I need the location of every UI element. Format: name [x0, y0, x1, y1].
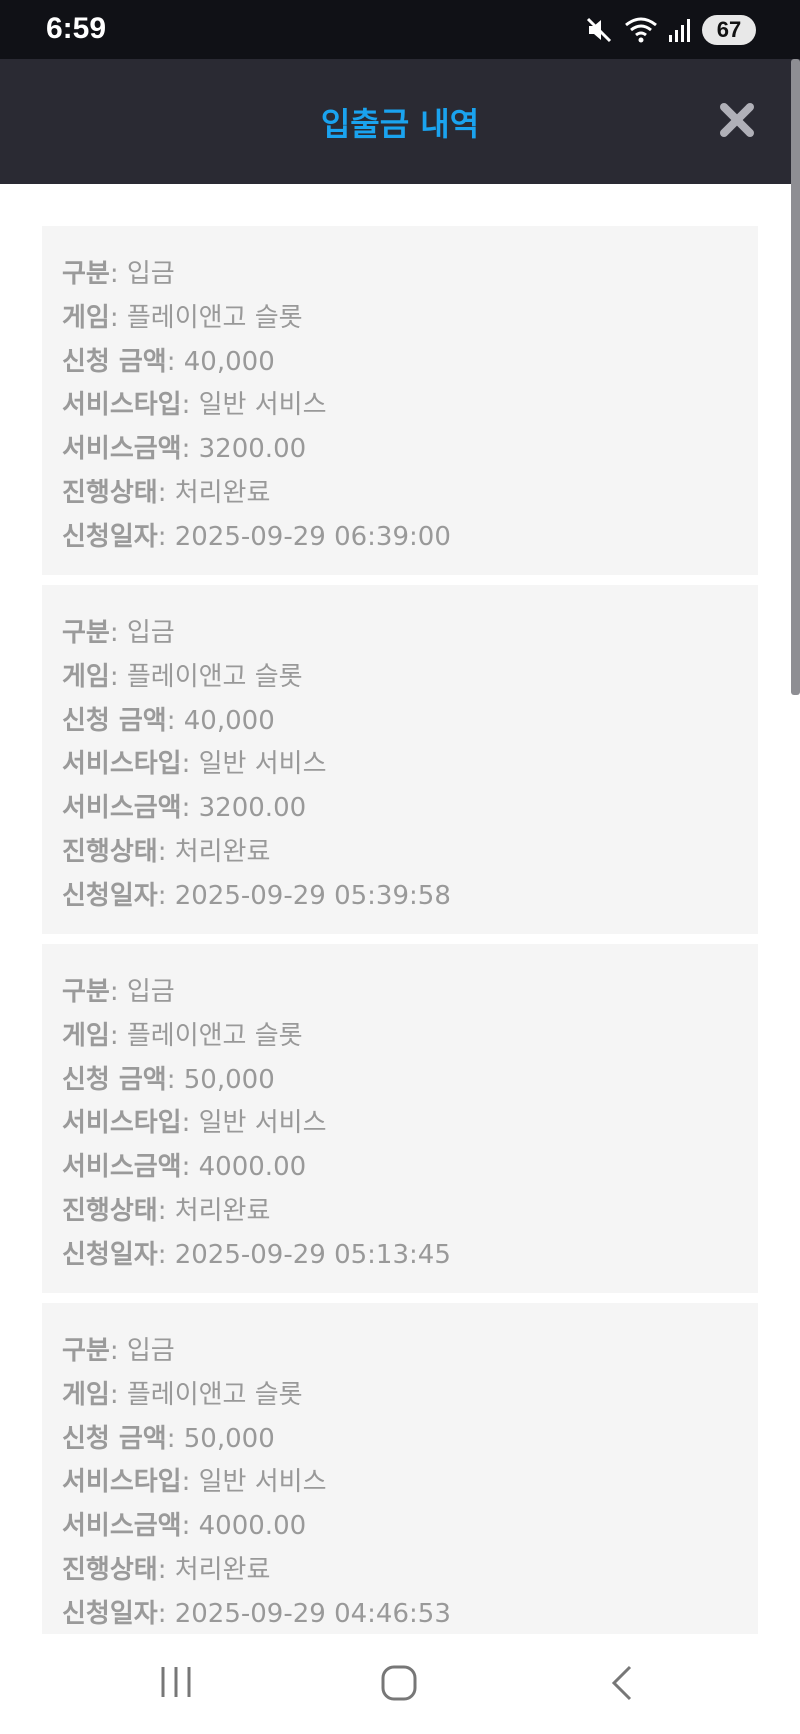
row-status: 진행상태: 처리완료	[62, 836, 271, 867]
row-status: 진행상태: 처리완료	[62, 1554, 271, 1585]
status-bar: 6:59 67	[0, 0, 800, 59]
row-service-amount: 서비스금액: 4000.00	[62, 1152, 307, 1183]
row-service-type: 서비스타입: 일반 서비스	[62, 1467, 327, 1498]
wifi-icon	[624, 16, 658, 44]
row-date: 신청일자: 2025-09-29 05:39:58	[62, 880, 451, 911]
status-time: 6:59	[46, 12, 107, 45]
row-game: 게임: 플레이앤고 슬롯	[62, 1379, 303, 1410]
row-amount: 신청 금액: 40,000	[62, 705, 275, 736]
row-service-amount: 서비스금액: 3200.00	[62, 434, 307, 465]
recents-icon	[161, 1667, 191, 1697]
row-amount: 신청 금액: 50,000	[62, 1064, 275, 1095]
row-service-amount: 서비스금액: 4000.00	[62, 1511, 307, 1542]
row-date: 신청일자: 2025-09-29 05:13:45	[62, 1239, 451, 1270]
row-type: 구분: 입금	[62, 259, 175, 289]
mute-icon	[584, 15, 614, 45]
row-service-type: 서비스타입: 일반 서비스	[62, 1108, 327, 1139]
row-amount: 신청 금액: 50,000	[62, 1423, 275, 1454]
row-status: 진행상태: 처리완료	[62, 1195, 271, 1226]
row-type: 구분: 입금	[62, 618, 175, 648]
row-type: 구분: 입금	[62, 1336, 175, 1366]
row-game: 게임: 플레이앤고 슬롯	[62, 302, 303, 333]
row-service-amount: 서비스금액: 3200.00	[62, 793, 307, 824]
system-nav-bar	[0, 1634, 800, 1734]
page-title: 입출금 내역	[320, 105, 480, 143]
row-amount: 신청 금액: 40,000	[62, 346, 275, 377]
row-status: 진행상태: 처리완료	[62, 477, 271, 508]
signal-icon	[668, 17, 692, 43]
scrollbar-thumb[interactable]	[791, 59, 800, 695]
status-icons: 67	[584, 14, 756, 46]
transaction-list: 구분: 입금 게임: 플레이앤고 슬롯 신청 금액: 40,000 서비스타입:…	[42, 226, 758, 1662]
transaction-card: 구분: 입금 게임: 플레이앤고 슬롯 신청 금액: 50,000 서비스타입:…	[42, 944, 758, 1293]
row-date: 신청일자: 2025-09-29 04:46:53	[62, 1598, 451, 1629]
close-icon	[720, 103, 754, 137]
back-icon	[611, 1665, 632, 1701]
row-date: 신청일자: 2025-09-29 06:39:00	[62, 521, 451, 552]
transaction-card: 구분: 입금 게임: 플레이앤고 슬롯 신청 금액: 40,000 서비스타입:…	[42, 585, 758, 934]
battery-indicator: 67	[702, 15, 756, 45]
home-button[interactable]	[380, 1664, 418, 1706]
home-icon	[381, 1665, 417, 1701]
close-button[interactable]	[718, 101, 756, 139]
page-header: 입출금 내역	[0, 59, 800, 184]
row-type: 구분: 입금	[62, 977, 175, 1007]
row-service-type: 서비스타입: 일반 서비스	[62, 390, 327, 421]
recents-button[interactable]	[158, 1664, 194, 1704]
row-game: 게임: 플레이앤고 슬롯	[62, 1020, 303, 1051]
row-game: 게임: 플레이앤고 슬롯	[62, 661, 303, 692]
transaction-card: 구분: 입금 게임: 플레이앤고 슬롯 신청 금액: 40,000 서비스타입:…	[42, 226, 758, 575]
transaction-card: 구분: 입금 게임: 플레이앤고 슬롯 신청 금액: 50,000 서비스타입:…	[42, 1303, 758, 1652]
back-button[interactable]	[608, 1664, 638, 1706]
row-service-type: 서비스타입: 일반 서비스	[62, 749, 327, 780]
